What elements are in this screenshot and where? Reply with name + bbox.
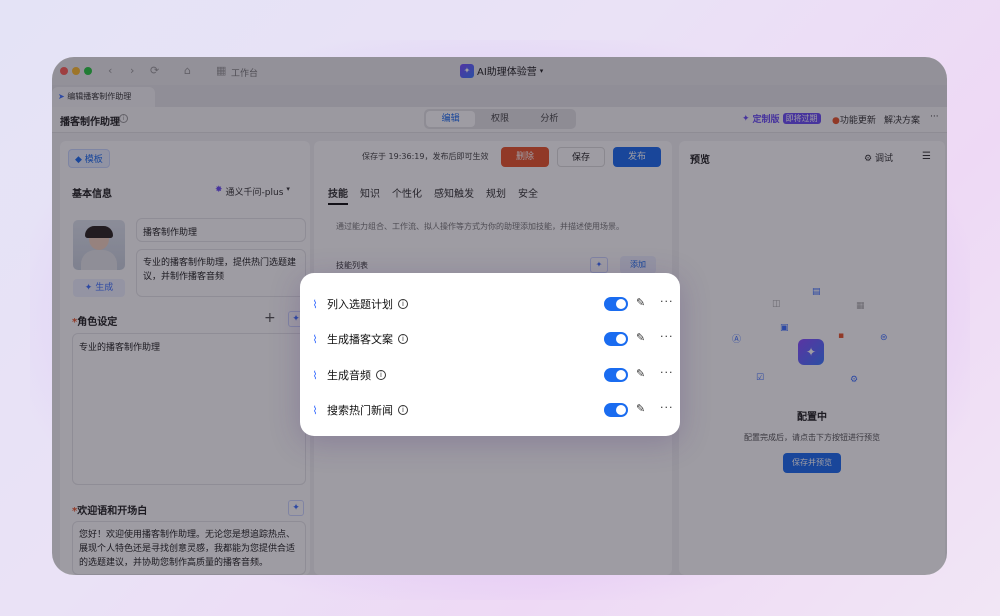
more-options-icon[interactable]: ···: [660, 401, 674, 414]
workflow-icon: ⌇: [312, 403, 318, 417]
edit-pencil-icon[interactable]: ✎: [636, 402, 645, 415]
skill-row[interactable]: ⌇ 生成播客文案 i ✎ ···: [308, 328, 674, 350]
more-options-icon[interactable]: ···: [660, 366, 674, 379]
info-icon[interactable]: i: [376, 370, 386, 380]
skills-popup: ⌇ 列入选题计划 i ✎ ··· ⌇ 生成播客文案 i ✎ ··· ⌇ 生成音频…: [300, 273, 680, 436]
skill-row[interactable]: ⌇ 列入选题计划 i ✎ ···: [308, 293, 674, 315]
skill-row[interactable]: ⌇ 生成音频 i ✎ ···: [308, 364, 674, 386]
skill-name: 搜索热门新闻: [327, 404, 393, 417]
info-icon[interactable]: i: [398, 299, 408, 309]
edit-pencil-icon[interactable]: ✎: [636, 296, 645, 309]
skill-row[interactable]: ⌇ 搜索热门新闻 i ✎ ···: [308, 399, 674, 421]
info-icon[interactable]: i: [398, 334, 408, 344]
skill-toggle[interactable]: [604, 403, 628, 417]
info-icon[interactable]: i: [398, 405, 408, 415]
edit-pencil-icon[interactable]: ✎: [636, 331, 645, 344]
workflow-icon: ⌇: [312, 332, 318, 346]
edit-pencil-icon[interactable]: ✎: [636, 367, 645, 380]
workflow-icon: ⌇: [312, 368, 318, 382]
more-options-icon[interactable]: ···: [660, 295, 674, 308]
skill-name: 生成播客文案: [327, 333, 393, 346]
skill-name: 列入选题计划: [327, 298, 393, 311]
skill-toggle[interactable]: [604, 297, 628, 311]
workflow-icon: ⌇: [312, 297, 318, 311]
skill-name: 生成音频: [327, 369, 371, 382]
skill-toggle[interactable]: [604, 368, 628, 382]
more-options-icon[interactable]: ···: [660, 330, 674, 343]
skill-toggle[interactable]: [604, 332, 628, 346]
app-window: ‹ › ⟳ ⌂ ▦ 工作台 ✦ AI助理体验营 ▾ ➤ 编辑播客制作助理 播客制…: [52, 57, 947, 575]
